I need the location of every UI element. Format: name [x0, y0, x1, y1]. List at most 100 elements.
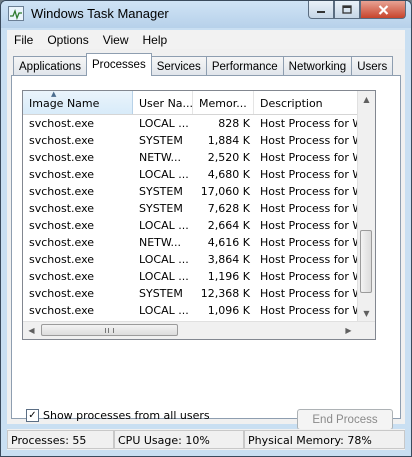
- cell-memory: 7,628 K: [207, 202, 250, 215]
- table-row[interactable]: svchost.exe SYSTEM 7,628 K Host Process for…: [23, 200, 359, 217]
- window-title: Windows Task Manager: [31, 6, 169, 21]
- show-all-processes-option[interactable]: ✓ Show processes from all users: [26, 409, 210, 422]
- sort-ascending-icon: ▲: [51, 91, 57, 98]
- cell-memory: 1,096 K: [207, 304, 250, 317]
- cell-memory: 2,664 K: [207, 219, 250, 232]
- cell-user-name: LOCAL ...: [139, 117, 189, 130]
- tab-strip: Applications Processes Services Performa…: [13, 53, 394, 76]
- cell-memory: 12,368 K: [200, 287, 250, 300]
- arrow-down-icon[interactable]: ▼: [358, 305, 375, 322]
- table-row[interactable]: svchost.exe SYSTEM 12,368 K Host Process fo…: [23, 285, 359, 302]
- column-header-description[interactable]: Description: [254, 91, 359, 114]
- arrow-up-icon[interactable]: ▲: [358, 91, 375, 108]
- maximize-icon: [342, 5, 352, 14]
- tab-networking[interactable]: Networking: [282, 56, 353, 76]
- cell-memory: 4,680 K: [207, 168, 250, 181]
- column-header-image-name[interactable]: ▲ Image Name: [23, 91, 133, 114]
- cell-description: Host Process for Wi: [260, 168, 359, 181]
- close-button[interactable]: [360, 1, 406, 19]
- show-all-processes-checkbox[interactable]: ✓: [26, 409, 39, 422]
- cell-image-name: svchost.exe: [29, 236, 95, 249]
- cell-image-name: svchost.exe: [29, 117, 95, 130]
- column-header-memory[interactable]: Memor...: [193, 91, 254, 114]
- table-row[interactable]: svchost.exe LOCAL ... 828 K Host Process fo…: [23, 115, 359, 132]
- cell-image-name: svchost.exe: [29, 202, 95, 215]
- checkmark-icon: ✓: [28, 409, 37, 421]
- menu-view[interactable]: View: [96, 33, 136, 47]
- cell-memory: 4,616 K: [207, 236, 250, 249]
- table-row[interactable]: svchost.exe LOCAL ... 1,196 K Host Process …: [23, 268, 359, 285]
- arrow-right-icon[interactable]: ▶: [340, 322, 357, 339]
- cell-memory: 828 K: [218, 117, 250, 130]
- cell-image-name: svchost.exe: [29, 219, 95, 232]
- tab-processes[interactable]: Processes: [86, 53, 152, 76]
- vertical-scrollbar[interactable]: ▲ ▼: [357, 91, 375, 322]
- caption-buttons: [308, 1, 406, 20]
- column-header-user-name[interactable]: User Na...: [133, 91, 193, 114]
- processes-tab-panel: ▲ Image Name User Na... Memor... Descrip…: [11, 75, 401, 430]
- cell-description: Host Process for Wi: [260, 304, 359, 317]
- cell-description: Host Process for Wi: [260, 253, 359, 266]
- horizontal-scrollbar[interactable]: ◀ ▶: [23, 321, 375, 339]
- cell-image-name: svchost.exe: [29, 270, 95, 283]
- task-manager-icon: [8, 6, 24, 21]
- cell-image-name: svchost.exe: [29, 304, 95, 317]
- cell-description: Host Process for Wi: [260, 134, 359, 147]
- cell-user-name: NETW...: [139, 236, 182, 249]
- cell-memory: 1,196 K: [207, 270, 250, 283]
- tab-performance[interactable]: Performance: [205, 56, 284, 76]
- table-row[interactable]: svchost.exe SYSTEM 1,884 K Host Process for…: [23, 132, 359, 149]
- status-bar: Processes: 55 CPU Usage: 10% Physical Me…: [7, 429, 405, 450]
- cell-user-name: SYSTEM: [139, 134, 183, 147]
- table-row[interactable]: svchost.exe NETW... 2,520 K Host Process fo…: [23, 149, 359, 166]
- cell-memory: 2,520 K: [207, 151, 250, 164]
- cell-image-name: svchost.exe: [29, 134, 95, 147]
- menu-help[interactable]: Help: [136, 33, 175, 47]
- arrow-left-icon[interactable]: ◀: [23, 322, 40, 339]
- process-list[interactable]: ▲ Image Name User Na... Memor... Descrip…: [22, 90, 376, 340]
- cell-description: Host Process for Wi: [260, 151, 359, 164]
- task-manager-window: Windows Task Manager File Options View H…: [0, 0, 412, 457]
- tab-services[interactable]: Services: [150, 56, 207, 76]
- cell-image-name: svchost.exe: [29, 253, 95, 266]
- vertical-scroll-thumb[interactable]: [360, 230, 372, 293]
- cell-memory: 17,060 K: [200, 185, 250, 198]
- cell-user-name: LOCAL ...: [139, 270, 189, 283]
- title-bar[interactable]: Windows Task Manager: [1, 1, 411, 28]
- cell-user-name: SYSTEM: [139, 287, 183, 300]
- menu-options[interactable]: Options: [40, 33, 95, 47]
- cell-user-name: SYSTEM: [139, 185, 183, 198]
- table-row[interactable]: svchost.exe LOCAL ... 4,680 K Host Process …: [23, 166, 359, 183]
- cell-image-name: svchost.exe: [29, 287, 95, 300]
- table-row[interactable]: svchost.exe LOCAL ... 1,096 K Host Process …: [23, 302, 359, 319]
- process-rows: svchost.exe LOCAL ... 828 K Host Process fo…: [23, 115, 359, 339]
- grip-icon: [105, 327, 114, 333]
- cell-description: Host Process for Wi: [260, 117, 359, 130]
- horizontal-scroll-thumb[interactable]: [41, 324, 178, 336]
- column-headers: ▲ Image Name User Na... Memor... Descrip…: [23, 91, 359, 115]
- show-all-processes-label[interactable]: Show processes from all users: [43, 409, 210, 422]
- cell-description: Host Process for Wi: [260, 185, 359, 198]
- tab-users[interactable]: Users: [351, 56, 394, 76]
- minimize-button[interactable]: [308, 1, 334, 19]
- cell-image-name: svchost.exe: [29, 168, 95, 181]
- table-row[interactable]: svchost.exe LOCAL ... 3,864 K Host Process …: [23, 251, 359, 268]
- cell-user-name: LOCAL ...: [139, 253, 189, 266]
- cell-user-name: LOCAL ...: [139, 168, 189, 181]
- end-process-button[interactable]: End Process: [297, 409, 393, 430]
- status-cpu-usage: CPU Usage: 10%: [114, 430, 244, 449]
- tab-applications[interactable]: Applications: [13, 56, 88, 76]
- table-row[interactable]: svchost.exe NETW... 4,616 K Host Process fo…: [23, 234, 359, 251]
- close-icon: [378, 4, 388, 15]
- menu-bar: File Options View Help: [7, 29, 405, 50]
- menu-file[interactable]: File: [7, 33, 40, 47]
- cell-memory: 1,884 K: [207, 134, 250, 147]
- cell-memory: 3,864 K: [207, 253, 250, 266]
- cell-user-name: SYSTEM: [139, 202, 183, 215]
- column-label: Image Name: [29, 97, 100, 110]
- maximize-button[interactable]: [334, 1, 360, 19]
- cell-description: Host Process for Wi: [260, 202, 359, 215]
- table-row[interactable]: svchost.exe LOCAL ... 2,664 K Host Process …: [23, 217, 359, 234]
- cell-user-name: LOCAL ...: [139, 304, 189, 317]
- table-row[interactable]: svchost.exe SYSTEM 17,060 K Host Process fo…: [23, 183, 359, 200]
